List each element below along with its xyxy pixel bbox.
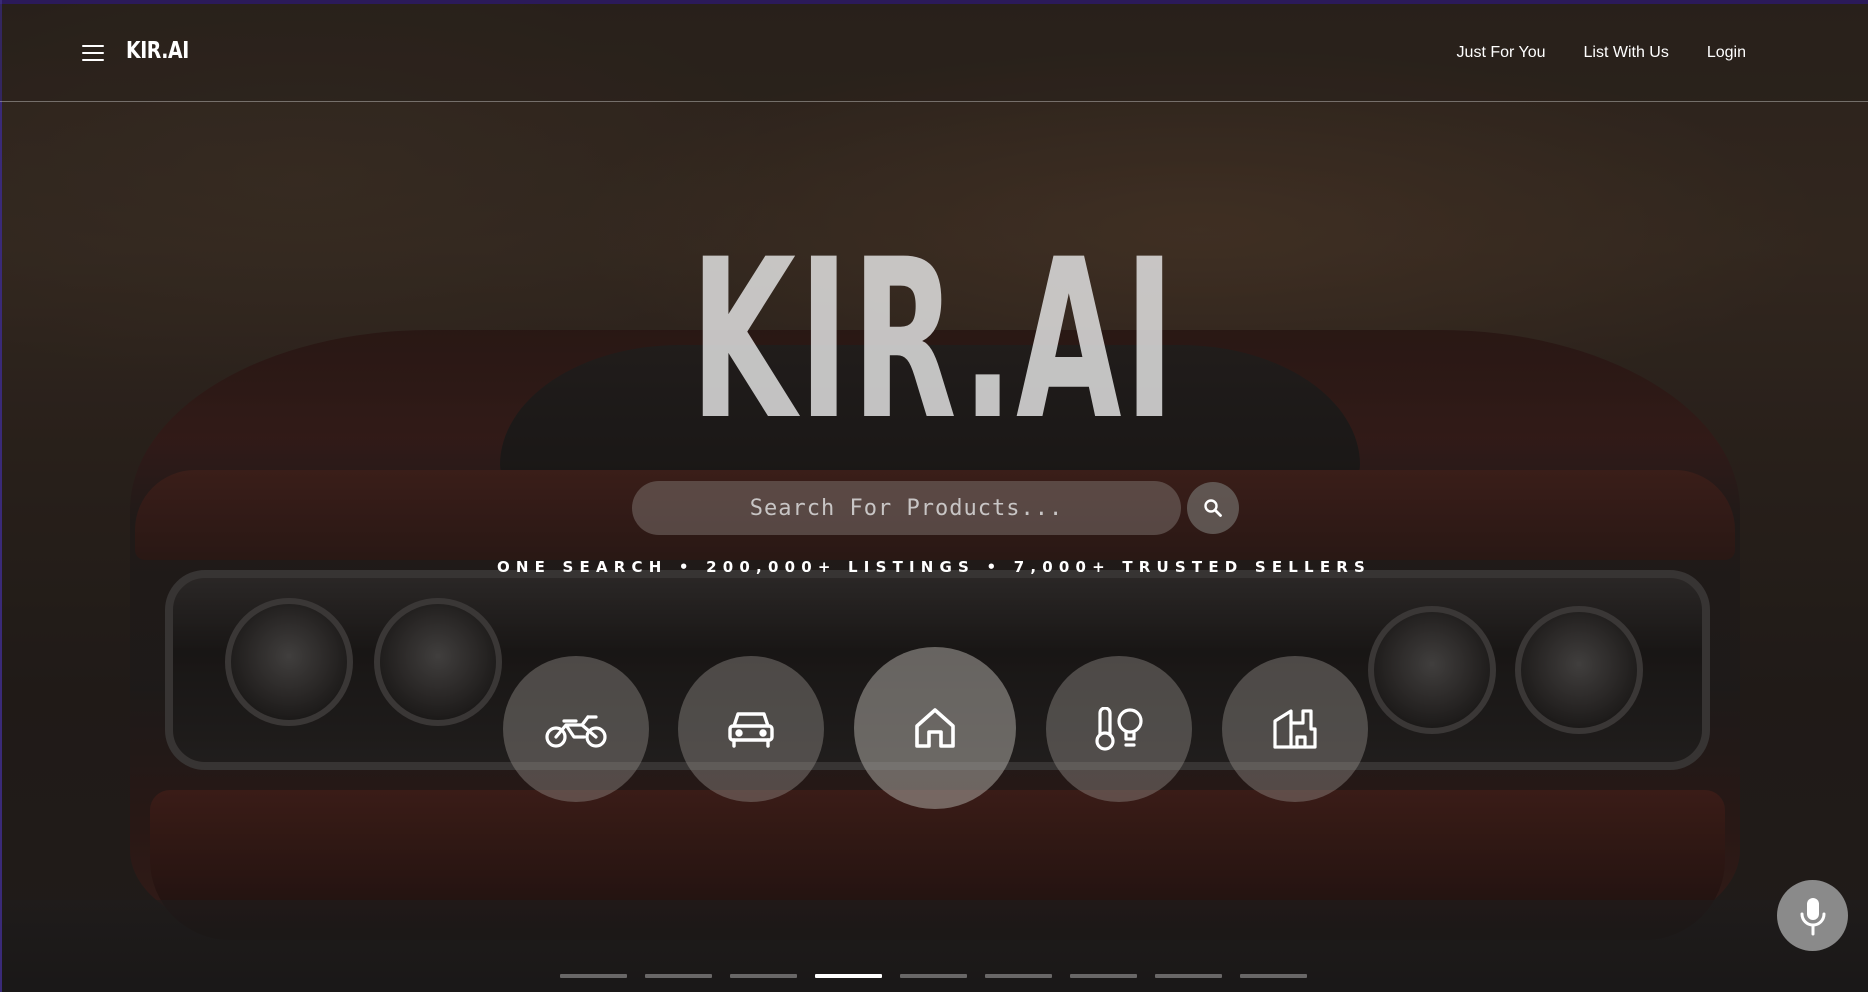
search-icon (1204, 499, 1222, 517)
carousel-dot[interactable] (1070, 974, 1137, 978)
category-commercial-button[interactable] (1222, 656, 1368, 802)
carousel-dot[interactable] (900, 974, 967, 978)
carousel-dot[interactable] (1155, 974, 1222, 978)
carousel-dot[interactable] (645, 974, 712, 978)
nav-link-login[interactable]: Login (1707, 44, 1746, 62)
site-header: KIR.AI Just For You List With Us Login (0, 4, 1868, 102)
category-real-estate-button[interactable] (854, 647, 1016, 809)
commercial-property-icon (1273, 709, 1317, 749)
voice-search-button[interactable] (1777, 880, 1848, 951)
carousel-dot[interactable] (730, 974, 797, 978)
search-button[interactable] (1187, 482, 1239, 534)
carousel-dot-active[interactable] (815, 974, 882, 978)
nav-link-just-for-you[interactable]: Just For You (1457, 44, 1546, 62)
hamburger-menu-icon[interactable] (82, 45, 104, 61)
carousel-dot[interactable] (560, 974, 627, 978)
search-input[interactable] (632, 481, 1181, 535)
hero-tagline: ONE SEARCH • 200,000+ LISTINGS • 7,000+ … (496, 558, 1372, 576)
microphone-icon (1800, 897, 1825, 935)
carousel-dot[interactable] (1240, 974, 1307, 978)
home-icon (915, 708, 955, 748)
left-accent-bar (0, 0, 2, 992)
hero-title-text: KIR.AI (690, 212, 1178, 468)
thermometer-lightbulb-icon (1095, 707, 1143, 751)
car-icon (728, 712, 774, 748)
site-logo[interactable]: KIR.AI (126, 38, 189, 64)
category-cars-button[interactable] (678, 656, 824, 802)
category-motorcycles-button[interactable] (503, 656, 649, 802)
main-nav: Just For You List With Us Login (1457, 44, 1746, 62)
hero-title: KIR.AI (0, 230, 1868, 450)
carousel-indicators (560, 974, 1307, 978)
motorcycle-icon (545, 715, 607, 748)
carousel-dot[interactable] (985, 974, 1052, 978)
category-appliances-button[interactable] (1046, 656, 1192, 802)
nav-link-list-with-us[interactable]: List With Us (1584, 44, 1669, 62)
